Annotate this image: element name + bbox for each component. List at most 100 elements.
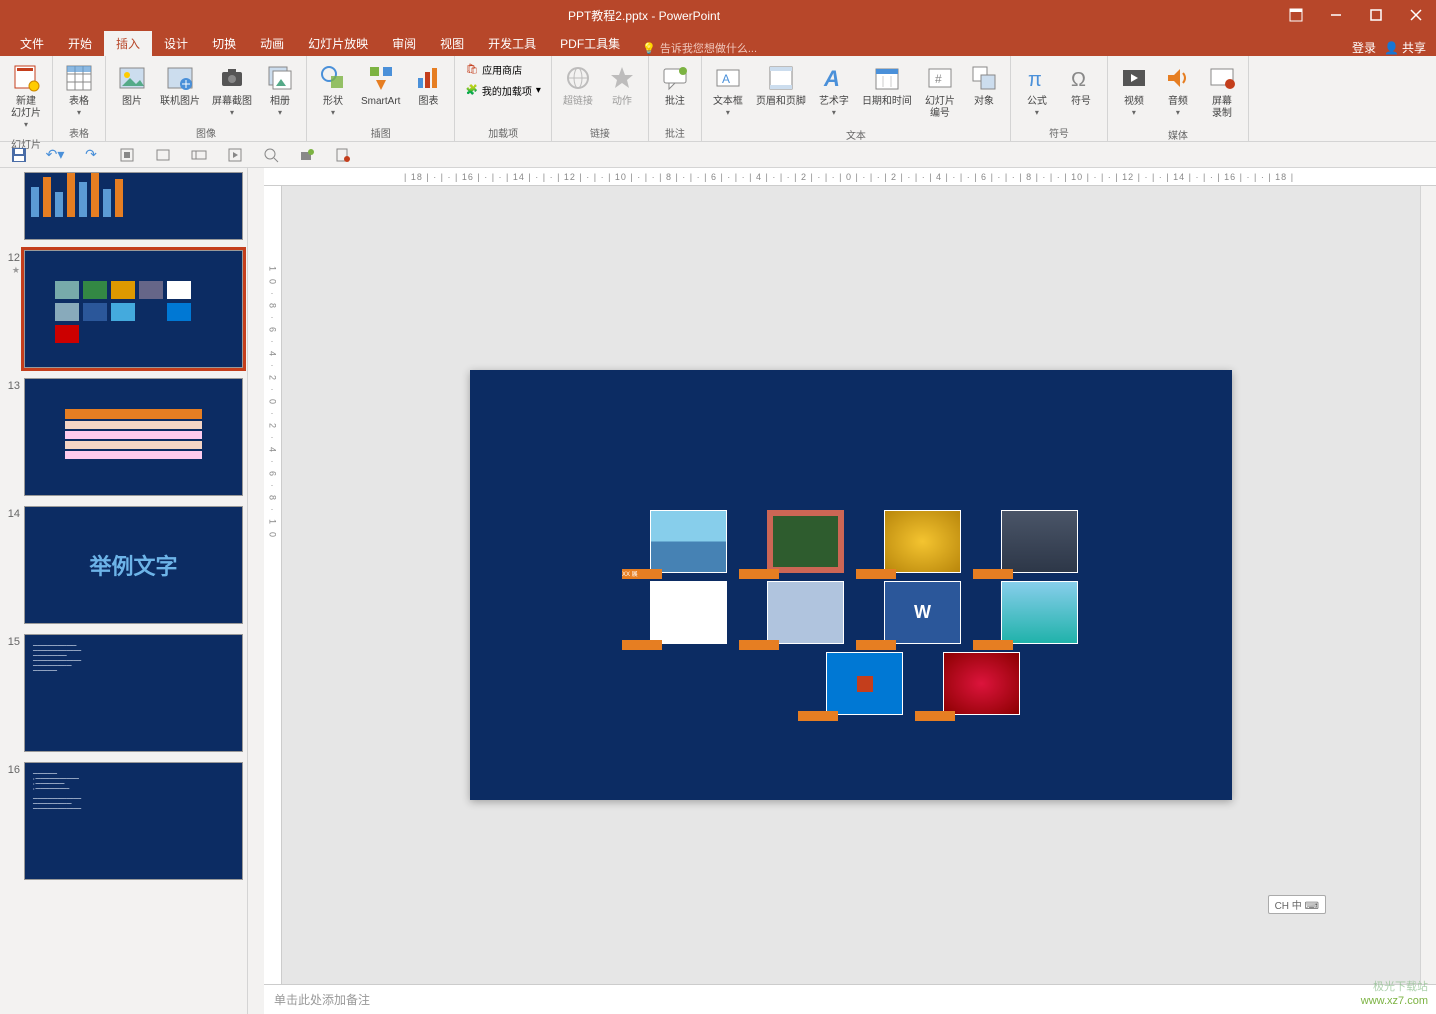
slide-thumb-15[interactable]: ━━━━━━━━━━━━━━━━━━━━━━━━━━━━━━━━━━━━━━━━… [24, 634, 243, 752]
qa-icon-5[interactable] [260, 144, 282, 166]
chart-button[interactable]: 图表 [408, 60, 448, 110]
tab-animations[interactable]: 动画 [248, 31, 296, 56]
minimize-button[interactable] [1316, 0, 1356, 30]
video-icon [1118, 62, 1150, 94]
notes-pane[interactable]: 单击此处添加备注 [264, 984, 1436, 1014]
tab-home[interactable]: 开始 [56, 31, 104, 56]
qa-icon-6[interactable] [296, 144, 318, 166]
qa-icon-2[interactable] [152, 144, 174, 166]
horizontal-ruler[interactable]: | 18 | · | · | 16 | · | · | 14 | · | · |… [264, 168, 1436, 186]
object-button[interactable]: 对象 [964, 60, 1004, 110]
wordart-button[interactable]: A 艺术字 ▾ [814, 60, 854, 119]
chevron-down-icon: ▾ [24, 120, 28, 129]
qa-icon-3[interactable] [188, 144, 210, 166]
album-photo-2[interactable] [767, 510, 844, 573]
ribbon-display-options-button[interactable] [1276, 0, 1316, 30]
login-link[interactable]: 登录 [1352, 39, 1376, 56]
audio-button[interactable]: 音频 ▾ [1158, 60, 1198, 119]
addins-icon: 🧩 [465, 85, 477, 96]
online-picture-button[interactable]: 联机图片 [156, 60, 204, 110]
maximize-button[interactable] [1356, 0, 1396, 30]
qa-icon-7[interactable] [332, 144, 354, 166]
album-button[interactable]: 相册 ▾ [260, 60, 300, 119]
svg-text:#: # [935, 72, 942, 86]
datetime-icon [871, 62, 903, 94]
symbol-icon: Ω [1065, 62, 1097, 94]
slide-number-button[interactable]: # 幻灯片 编号 [920, 60, 960, 122]
tell-me-search[interactable]: 💡 告诉我您想做什么... [632, 40, 767, 56]
album-photo-1[interactable]: XX 展 [650, 510, 727, 573]
tab-view[interactable]: 视图 [428, 31, 476, 56]
panel-scrollbar[interactable] [248, 168, 264, 1014]
tab-slideshow[interactable]: 幻灯片放映 [296, 31, 380, 56]
screenshot-button[interactable]: 屏幕截图 ▾ [208, 60, 256, 119]
album-photo-4[interactable] [1001, 510, 1078, 573]
hyperlink-button[interactable]: 超链接 [558, 60, 598, 110]
ribbon-group-tables: 表格 ▾ 表格 [53, 56, 106, 141]
tab-design[interactable]: 设计 [152, 31, 200, 56]
album-photo-8[interactable] [1001, 581, 1078, 644]
tab-review[interactable]: 审阅 [380, 31, 428, 56]
equation-button[interactable]: π 公式 ▾ [1017, 60, 1057, 119]
qa-icon-4[interactable] [224, 144, 246, 166]
chevron-down-icon: ▾ [1176, 108, 1180, 117]
video-button[interactable]: 视频 ▾ [1114, 60, 1154, 119]
animation-star-icon: ★ [12, 265, 20, 275]
my-addins-button[interactable]: 🧩 我的加载项 ▾ [461, 81, 544, 100]
tab-developer[interactable]: 开发工具 [476, 31, 548, 56]
shapes-button[interactable]: 形状 ▾ [313, 60, 353, 119]
ime-language-badge[interactable]: CH 中 ⌨ [1268, 895, 1326, 914]
slide-number-icon: # [924, 62, 956, 94]
textbox-button[interactable]: A 文本框 ▾ [708, 60, 748, 119]
store-icon: 🛍 [465, 64, 478, 75]
tab-transitions[interactable]: 切换 [200, 31, 248, 56]
editor-scrollbar[interactable] [1420, 186, 1436, 984]
album-photo-7[interactable]: W [884, 581, 961, 644]
slide-thumb-14[interactable]: 举例文字 [24, 506, 243, 624]
slide-canvas[interactable]: XX 展 W [470, 370, 1232, 800]
album-photo-6[interactable] [767, 581, 844, 644]
ribbon-group-media: 视频 ▾ 音频 ▾ 屏幕 录制 媒体 [1108, 56, 1249, 141]
album-photo-3[interactable] [884, 510, 961, 573]
album-photo-5[interactable] [650, 581, 727, 644]
ribbon-group-images: 图片 联机图片 屏幕截图 ▾ 相册 ▾ 图像 [106, 56, 307, 141]
datetime-button[interactable]: 日期和时间 [858, 60, 916, 110]
redo-button[interactable]: ↷ [80, 144, 102, 166]
comment-button[interactable]: 批注 [655, 60, 695, 110]
tab-pdf-tools[interactable]: PDF工具集 [548, 31, 632, 56]
action-icon [606, 62, 638, 94]
chevron-down-icon: ▾ [278, 108, 282, 117]
tab-file[interactable]: 文件 [8, 31, 56, 56]
new-slide-icon [10, 62, 42, 94]
lightbulb-icon: 💡 [642, 42, 656, 55]
qa-icon-1[interactable] [116, 144, 138, 166]
header-footer-button[interactable]: 页眉和页脚 [752, 60, 810, 110]
new-slide-button[interactable]: 新建 幻灯片 ▾ [6, 60, 46, 131]
table-button[interactable]: 表格 ▾ [59, 60, 99, 119]
share-button[interactable]: 👤 共享 [1384, 39, 1426, 56]
picture-button[interactable]: 图片 [112, 60, 152, 110]
chevron-down-icon: ▾ [832, 108, 836, 117]
slide-thumb-16[interactable]: ━━━━━━━━━━• ━━━━━━━━━━━━━━━━━━• ━━━━━━━━… [24, 762, 243, 880]
chevron-down-icon: ▾ [77, 108, 81, 117]
slide-thumb-12[interactable] [24, 250, 243, 368]
album-photo-9[interactable] [826, 652, 903, 715]
comment-icon [659, 62, 691, 94]
slide-thumb-13[interactable] [24, 378, 243, 496]
store-button[interactable]: 🛍 应用商店 [461, 60, 544, 79]
symbol-button[interactable]: Ω 符号 [1061, 60, 1101, 110]
smartart-button[interactable]: SmartArt [357, 60, 404, 110]
save-button[interactable] [8, 144, 30, 166]
chevron-down-icon: ▾ [1035, 108, 1039, 117]
action-button[interactable]: 动作 [602, 60, 642, 110]
tab-insert[interactable]: 插入 [104, 31, 152, 56]
hyperlink-icon [562, 62, 594, 94]
album-photo-10[interactable] [943, 652, 1020, 715]
vertical-ruler[interactable]: 10·8·6·4·2·0·2·4·6·8·10 [264, 186, 282, 984]
close-button[interactable] [1396, 0, 1436, 30]
screen-record-button[interactable]: 屏幕 录制 [1202, 60, 1242, 122]
undo-button[interactable]: ↶▾ [44, 144, 66, 166]
slide-thumb-11[interactable] [24, 172, 243, 240]
slide-thumbnail-panel[interactable]: 12★ 13 14 举例文字 15 [0, 168, 248, 1014]
header-footer-icon [765, 62, 797, 94]
